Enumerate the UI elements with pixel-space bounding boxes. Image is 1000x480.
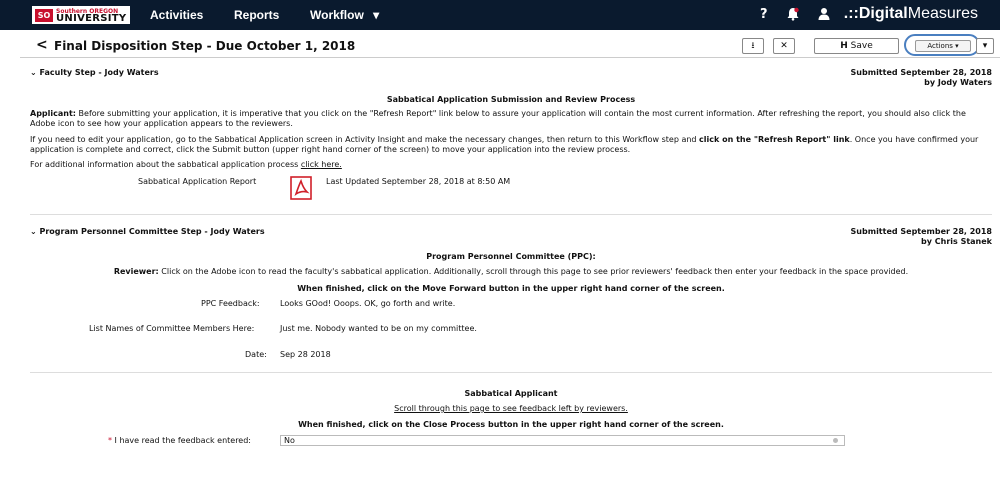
edit-paragraph: If you need to edit your application, go… (30, 135, 992, 155)
additional-info-text: For additional information about the sab… (30, 160, 301, 169)
feedback-read-label: * I have read the feedback entered: (108, 436, 251, 445)
save-button[interactable]: H Save (814, 38, 899, 54)
ppc-feedback-value: Looks GOod! Ooops. OK, go forth and writ… (280, 299, 456, 308)
applicant-instruction: When finished, click on the Close Proces… (298, 420, 724, 429)
section-divider (30, 372, 992, 373)
digital-measures-brand: .::DigitalMeasures (844, 5, 978, 23)
chevron-down-icon: ▾ (982, 41, 988, 51)
ppc-submitted-by: by Chris Stanek (921, 237, 992, 246)
ppc-step-title: Program Personnel Committee Step - Jody … (39, 227, 265, 236)
date-value: Sep 28 2018 (280, 350, 331, 359)
title-bar: < Final Disposition Step - Due October 1… (20, 34, 1000, 58)
faculty-section-title: Sabbatical Application Submission and Re… (386, 95, 636, 104)
ppc-instruction: When finished, click on the Move Forward… (297, 284, 725, 293)
save-icon: H (840, 41, 848, 51)
faculty-step-title: Faculty Step - Jody Waters (39, 68, 159, 77)
university-logo[interactable]: SO Southern OREGON UNIVERSITY (32, 6, 130, 24)
logo-line2: UNIVERSITY (56, 13, 127, 24)
committee-members-label: List Names of Committee Members Here: (89, 324, 255, 333)
brand-bold: Digital (858, 5, 908, 22)
faculty-submitted-info: Submitted September 28, 2018 by Jody Wat… (851, 68, 992, 88)
ppc-submitted-date: Submitted September 28, 2018 (850, 227, 992, 236)
required-mark: * (108, 436, 112, 445)
caret-icon: ⌄ (30, 68, 37, 77)
brand-thin: Measures (907, 5, 978, 22)
help-icon[interactable]: ? (760, 7, 768, 22)
click-here-link[interactable]: click here. (301, 160, 342, 169)
page-title: Final Disposition Step - Due October 1, … (54, 39, 356, 53)
refresh-report-instruction: click on the "Refresh Report" link (699, 135, 850, 144)
nav-workflow[interactable]: Workflow ▾ (310, 8, 379, 22)
reviewer-paragraph: Reviewer: Click on the Adobe icon to rea… (30, 267, 992, 276)
faculty-submitted-by: by Jody Waters (924, 78, 992, 87)
applicant-paragraph: Applicant: Before submitting your applic… (30, 109, 992, 129)
feedback-read-value: No (284, 436, 295, 445)
ppc-step-heading[interactable]: ⌄ Program Personnel Committee Step - Jod… (30, 227, 265, 236)
ppc-section-title: Program Personnel Committee (PPC): (426, 252, 596, 261)
caret-icon: ⌄ (30, 227, 37, 236)
more-dropdown-button[interactable]: ▾ (976, 38, 994, 54)
actions-button[interactable]: Actions ▾ (915, 40, 971, 52)
feedback-read-select[interactable]: No (280, 435, 845, 446)
additional-info-paragraph: For additional information about the sab… (30, 160, 992, 170)
reviewer-label: Reviewer: (113, 267, 159, 276)
nav-workflow-label: Workflow (310, 8, 364, 22)
bell-icon[interactable] (786, 7, 800, 25)
applicant-section-title: Sabbatical Applicant (464, 389, 558, 398)
applicant-text: Before submitting your application, it i… (30, 109, 966, 128)
brand-prefix: .:: (843, 5, 859, 22)
date-label: Date: (245, 350, 267, 359)
pdf-icon[interactable] (290, 176, 312, 200)
report-updated: Last Updated September 28, 2018 at 8:50 … (326, 177, 511, 186)
close-icon: ✕ (780, 41, 788, 51)
nav-activities[interactable]: Activities (150, 8, 203, 22)
report-label: Sabbatical Application Report (138, 177, 257, 186)
save-label: Save (850, 41, 873, 51)
actions-highlight: Actions ▾ (904, 34, 980, 56)
faculty-step-heading[interactable]: ⌄ Faculty Step - Jody Waters (30, 68, 159, 77)
user-icon[interactable] (818, 7, 830, 25)
top-navigation-bar: SO Southern OREGON UNIVERSITY Activities… (0, 0, 1000, 30)
download-button[interactable]: ⭳ (742, 38, 764, 54)
faculty-submitted-date: Submitted September 28, 2018 (850, 68, 992, 77)
edit-text-a: If you need to edit your application, go… (30, 135, 700, 144)
scroll-instruction: Scroll through this page to see feedback… (394, 404, 628, 413)
ppc-feedback-label: PPC Feedback: (201, 299, 260, 308)
ppc-submitted-info: Submitted September 28, 2018 by Chris St… (851, 227, 992, 247)
download-icon: ⭳ (751, 41, 755, 51)
reviewer-text: Click on the Adobe icon to read the facu… (158, 267, 909, 276)
feedback-read-text: I have read the feedback entered: (114, 436, 252, 445)
nav-reports[interactable]: Reports (234, 8, 279, 22)
committee-members-value: Just me. Nobody wanted to be on my commi… (280, 324, 477, 333)
select-indicator-icon (833, 438, 838, 443)
logo-badge: SO (35, 9, 53, 22)
back-chevron-icon[interactable]: < (36, 37, 48, 53)
section-divider (30, 214, 992, 215)
chevron-down-icon: ▾ (373, 8, 380, 22)
applicant-label: Applicant: (30, 109, 76, 118)
close-button[interactable]: ✕ (773, 38, 795, 54)
